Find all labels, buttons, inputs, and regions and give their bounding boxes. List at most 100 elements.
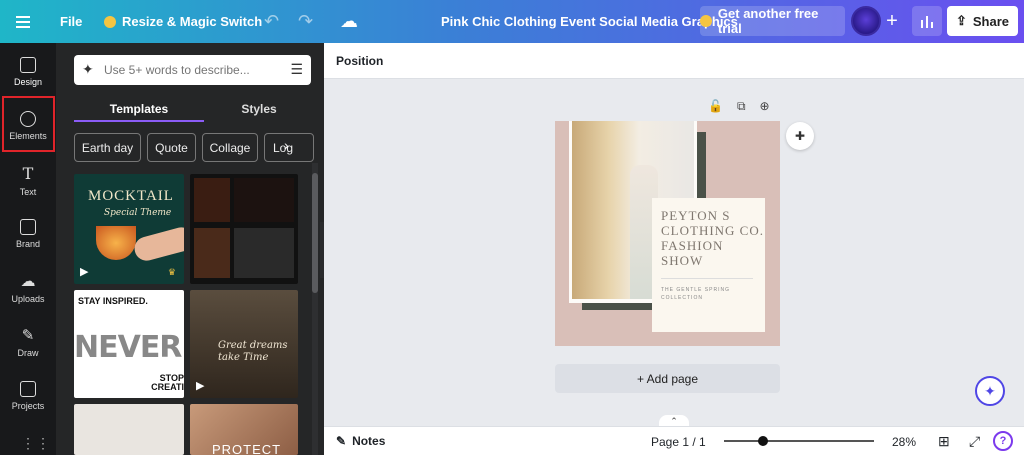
chip-quote[interactable]: Quote <box>147 133 196 162</box>
collage-cell <box>234 228 294 278</box>
template-thumbnail-hall[interactable]: Great dreams take Time ▶ <box>190 290 298 398</box>
brand-icon <box>20 219 36 235</box>
divider <box>661 278 753 279</box>
side-panel: ✦ ☰ Templates Styles Earth day Quote Col… <box>56 43 324 455</box>
notes-icon: ✎ <box>336 434 347 448</box>
chevron-right-icon[interactable]: › <box>284 137 289 153</box>
thumb-quote: Great dreams take Time <box>218 340 288 363</box>
magic-search-icon: ✦ <box>82 61 94 77</box>
rail-label: Uploads <box>11 294 45 304</box>
search-input[interactable] <box>104 60 274 80</box>
tab-styles[interactable]: Styles <box>204 95 314 123</box>
bottom-bar: ✎ Notes Page 1 / 1 28% ⊞ ⤢ ? <box>324 426 1024 455</box>
canvas-subtitle: THE GENTLE SPRING COLLECTION <box>661 287 730 301</box>
avatar[interactable] <box>851 6 881 36</box>
thumb-footer: STOP CREATI <box>151 373 184 392</box>
magic-assistant-icon[interactable]: ✦ <box>975 376 1005 406</box>
document-title[interactable]: Pink Chic Clothing Event Social Media Gr… <box>441 0 738 43</box>
menu-icon[interactable] <box>16 0 38 43</box>
template-thumbnail-protect[interactable]: PROTECT <box>190 404 298 455</box>
pen-icon: ✎ <box>21 327 35 344</box>
share-icon: ⇪ <box>955 13 967 28</box>
rail-item-brand[interactable]: Brand <box>0 207 56 261</box>
left-rail: Design Elements T Text Brand ☁ Uploads ✎… <box>0 43 56 455</box>
top-bar: File Resize & Magic Switch ↶ ↷ ☁ Pink Ch… <box>0 0 1024 43</box>
canvas-title: PEYTON S CLOTHING CO. FASHION SHOW <box>661 208 764 268</box>
folder-icon <box>20 381 36 397</box>
rail-label: Brand <box>15 239 41 249</box>
text-icon: T <box>22 163 34 183</box>
undo-icon[interactable]: ↶ <box>264 0 279 43</box>
page-indicator[interactable]: Page 1 / 1 <box>651 435 706 449</box>
zoom-value[interactable]: 28% <box>892 435 916 449</box>
template-thumbnail-mocktail[interactable]: MOCKTAIL Special Theme ▶ ♛ <box>74 174 184 284</box>
file-menu-button[interactable]: File <box>60 0 82 43</box>
grid-view-icon[interactable]: ⊞ <box>938 433 950 450</box>
crown-icon: ♛ <box>167 267 176 277</box>
lock-icon[interactable]: 🔓 <box>708 99 723 114</box>
apps-grid-icon[interactable]: ⋮⋮ <box>21 435 51 452</box>
hand-image <box>131 224 184 264</box>
play-icon: ▶ <box>80 266 89 278</box>
chip-logo[interactable]: Log <box>264 133 314 162</box>
rail-item-draw[interactable]: ✎ Draw <box>0 315 56 369</box>
workspace: Position 🔓 ⧉ ⊕ ✚ PEYTON S CLOTHING CO. F… <box>324 43 1024 455</box>
help-icon[interactable]: ? <box>993 431 1013 451</box>
thumb-title: PROTECT <box>212 442 282 455</box>
free-trial-button[interactable]: Get another free trial <box>700 6 845 36</box>
template-thumbnail-never[interactable]: STAY INSPIRED. NEVER STOP CREATI <box>74 290 184 398</box>
notes-button[interactable]: ✎ Notes <box>336 434 385 448</box>
collage-cell <box>234 178 294 222</box>
template-thumbnail-dark-collage[interactable] <box>190 174 298 284</box>
template-thumbnail-photos[interactable] <box>74 404 184 455</box>
trial-label: Get another free trial <box>717 6 819 36</box>
thumb-title: MOCKTAIL <box>88 188 174 204</box>
resize-label: Resize & Magic Switch <box>122 14 263 29</box>
notes-label: Notes <box>352 434 386 448</box>
rail-label: Design <box>13 77 42 87</box>
zoom-slider[interactable] <box>724 440 874 442</box>
collage-cell <box>194 228 230 278</box>
search-box[interactable]: ✦ ☰ <box>74 55 311 85</box>
chip-earth-day[interactable]: Earth day <box>74 133 141 162</box>
add-page-icon[interactable]: ⊕ <box>760 99 770 114</box>
zoom-slider-knob[interactable] <box>758 436 768 446</box>
share-label: Share <box>972 13 1010 29</box>
page-tools: 🔓 ⧉ ⊕ <box>708 99 770 114</box>
panel-tabs: Templates Styles <box>74 95 314 123</box>
design-canvas[interactable]: PEYTON S CLOTHING CO. FASHION SHOW THE G… <box>555 121 780 346</box>
collage-cell <box>194 178 230 222</box>
context-toolbar: Position <box>324 43 1024 79</box>
rail-item-design[interactable]: Design <box>0 45 56 99</box>
design-icon <box>20 57 36 73</box>
thumb-heading: STAY INSPIRED. <box>78 296 148 306</box>
category-chips: Earth day Quote Collage Log <box>74 133 314 163</box>
rail-label: Text <box>19 186 37 197</box>
rail-label: Projects <box>11 401 45 411</box>
title-card: PEYTON S CLOTHING CO. FASHION SHOW THE G… <box>652 198 765 332</box>
redo-icon[interactable]: ↷ <box>298 0 313 43</box>
elements-highlight-box <box>2 96 55 152</box>
share-button[interactable]: ⇪ Share <box>947 6 1018 36</box>
tab-templates[interactable]: Templates <box>74 95 204 123</box>
insights-icon[interactable] <box>912 6 942 36</box>
rail-item-uploads[interactable]: ☁ Uploads <box>0 261 56 315</box>
cloud-save-icon[interactable]: ☁ <box>340 0 358 43</box>
resize-magic-switch-button[interactable]: Resize & Magic Switch <box>104 0 262 43</box>
scroll-thumb[interactable] <box>312 173 318 293</box>
glass-image <box>96 226 136 260</box>
crown-icon <box>104 15 116 28</box>
rail-label: Draw <box>17 348 39 358</box>
add-page-button[interactable]: + Add page <box>555 364 780 393</box>
rail-item-text[interactable]: T Text <box>0 153 56 207</box>
duplicate-icon[interactable]: ⧉ <box>737 99 746 114</box>
filter-icon[interactable]: ☰ <box>290 61 303 78</box>
fullscreen-icon[interactable]: ⤢ <box>969 433 980 450</box>
panel-scrollbar[interactable] <box>312 163 318 455</box>
rail-item-projects[interactable]: Projects <box>0 369 56 423</box>
upload-cloud-icon: ☁ <box>20 273 36 290</box>
comment-icon[interactable]: ✚ <box>786 122 814 150</box>
add-collaborator-icon[interactable]: + <box>878 6 906 36</box>
position-button[interactable]: Position <box>336 54 383 68</box>
chip-collage[interactable]: Collage <box>202 133 258 162</box>
